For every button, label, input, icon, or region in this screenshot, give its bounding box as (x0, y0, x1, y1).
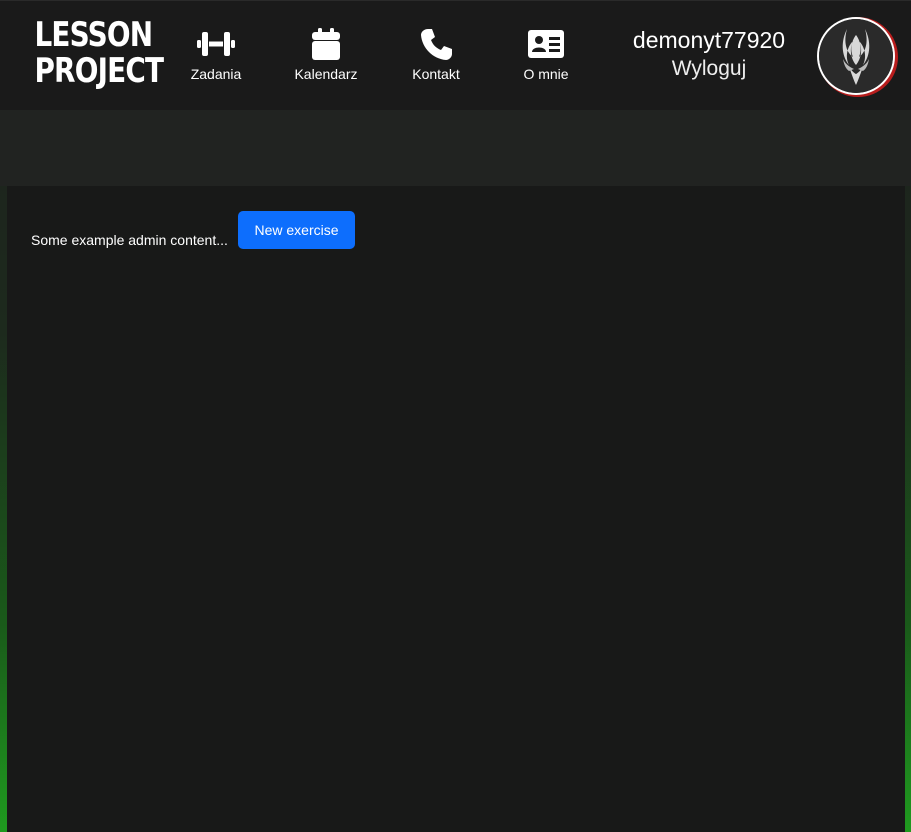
dumbbell-icon (168, 27, 264, 61)
logout-link[interactable]: Wyloguj (616, 55, 802, 83)
user-block: demonyt77920 Wyloguj (616, 25, 802, 83)
nav-item-zadania[interactable]: Zadania (168, 27, 264, 89)
nav-item-o-mnie[interactable]: O mnie (498, 27, 594, 89)
nav-label-o-mnie: O mnie (523, 66, 569, 82)
avatar[interactable] (819, 19, 893, 93)
site-logo[interactable]: LESSON PROJECT (24, 15, 164, 91)
calendar-icon (278, 27, 374, 61)
nav-label-kalendarz: Kalendarz (294, 66, 358, 82)
logo-line-2: PROJECT (34, 51, 164, 91)
tribal-demon-avatar-icon (819, 19, 893, 93)
id-card-icon (498, 27, 594, 61)
nav-label-zadania: Zadania (190, 66, 242, 82)
phone-icon (388, 27, 484, 61)
new-exercise-button[interactable]: New exercise (238, 211, 355, 249)
admin-content-panel: Some example admin content... New exerci… (7, 186, 905, 832)
admin-content-text: Some example admin content... (31, 232, 228, 248)
top-header: LESSON PROJECT Zadania Kalendarz Kontakt… (0, 0, 911, 110)
nav-item-kontakt[interactable]: Kontakt (388, 27, 484, 89)
nav-item-kalendarz[interactable]: Kalendarz (278, 27, 374, 89)
sub-header-bar (0, 110, 911, 186)
nav-label-kontakt: Kontakt (412, 66, 460, 82)
logo-line-1: LESSON (34, 15, 153, 55)
username: demonyt77920 (632, 27, 786, 53)
